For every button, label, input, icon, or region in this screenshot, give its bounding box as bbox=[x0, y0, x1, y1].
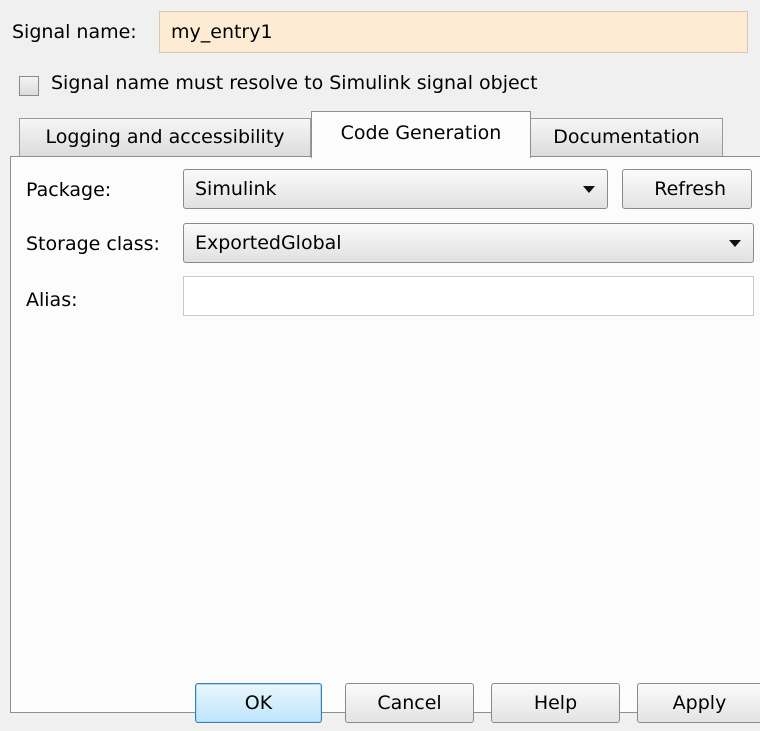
ok-button[interactable]: OK bbox=[195, 683, 322, 723]
tab-code-generation[interactable]: Code Generation bbox=[311, 111, 531, 158]
resolve-signal-checkbox[interactable] bbox=[19, 76, 39, 96]
refresh-button[interactable]: Refresh bbox=[622, 169, 752, 209]
help-button[interactable]: Help bbox=[491, 683, 620, 723]
package-value: Simulink bbox=[195, 178, 277, 200]
tab-documentation[interactable]: Documentation bbox=[530, 118, 723, 156]
chevron-down-icon bbox=[729, 240, 741, 247]
storage-class-label: Storage class: bbox=[26, 233, 160, 255]
alias-label: Alias: bbox=[26, 289, 78, 311]
storage-class-value: ExportedGlobal bbox=[195, 232, 342, 254]
package-label: Package: bbox=[26, 179, 112, 201]
package-dropdown[interactable]: Simulink bbox=[183, 169, 608, 209]
signal-name-label: Signal name: bbox=[12, 21, 137, 43]
cancel-button[interactable]: Cancel bbox=[345, 683, 474, 723]
tab-logging-and-accessibility[interactable]: Logging and accessibility bbox=[19, 118, 311, 156]
storage-class-dropdown[interactable]: ExportedGlobal bbox=[183, 223, 754, 263]
apply-button[interactable]: Apply bbox=[637, 683, 760, 723]
chevron-down-icon bbox=[583, 186, 595, 193]
resolve-signal-label[interactable]: Signal name must resolve to Simulink sig… bbox=[51, 72, 538, 94]
alias-input[interactable] bbox=[183, 276, 754, 316]
signal-name-input[interactable]: my_entry1 bbox=[159, 11, 748, 53]
